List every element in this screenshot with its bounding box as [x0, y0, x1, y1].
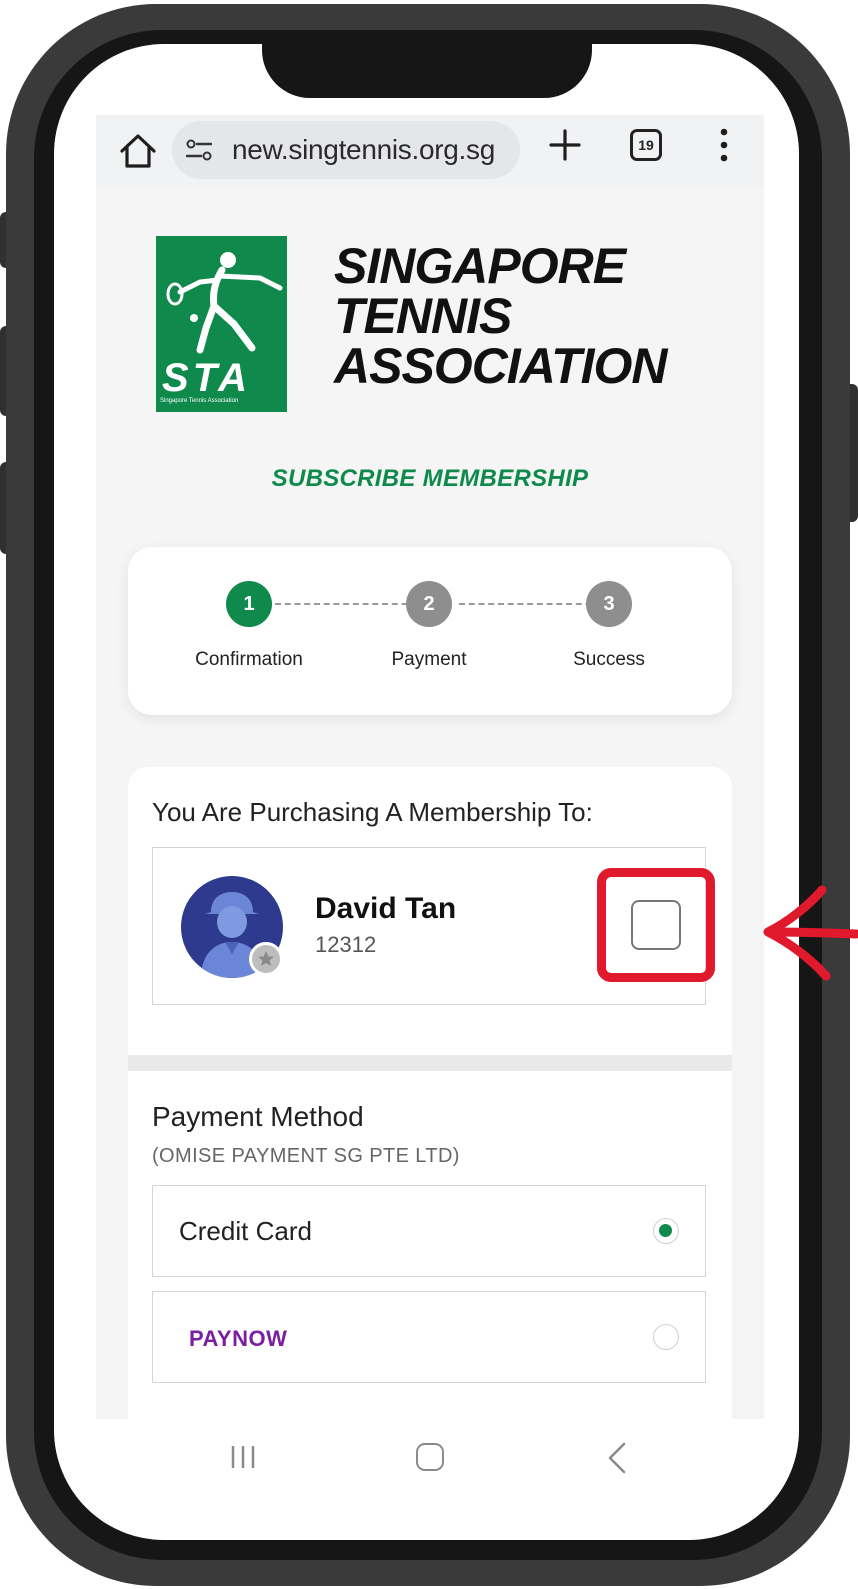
payment-provider: (OMISE PAYMENT SG PTE LTD) — [152, 1145, 460, 1167]
payment-option-credit-card[interactable]: Credit Card — [152, 1185, 706, 1277]
step-3-label: Success — [573, 649, 645, 670]
payment-method-card: Payment Method (OMISE PAYMENT SG PTE LTD… — [128, 1071, 732, 1419]
sta-logo: STA Singapore Tennis Association — [156, 236, 287, 412]
paynow-logo: PAYNOW — [189, 1326, 288, 1351]
system-navigation-bar — [96, 1419, 764, 1499]
step-2-circle: 2 — [406, 581, 452, 627]
step-3-circle: 3 — [586, 581, 632, 627]
paynow-radio[interactable] — [653, 1324, 679, 1350]
step-1-circle: 1 — [226, 581, 272, 627]
step-connector — [275, 603, 427, 605]
tabs-counter-icon[interactable]: 19 — [630, 129, 662, 161]
payment-title: Payment Method — [152, 1101, 364, 1132]
recent-apps-icon[interactable] — [230, 1443, 256, 1471]
org-name-line: ASSOCIATION — [334, 338, 668, 394]
back-icon[interactable] — [606, 1441, 628, 1475]
phone-notch — [262, 44, 592, 98]
page-title: SUBSCRIBE MEMBERSHIP — [271, 465, 589, 492]
logo-subtext: Singapore Tennis Association — [160, 398, 239, 404]
more-options-icon[interactable] — [718, 127, 730, 163]
url-text[interactable]: new.singtennis.org.sg — [232, 134, 495, 166]
browser-toolbar: new.singtennis.org.sg 19 — [96, 115, 764, 189]
pointer-arrow-icon — [763, 885, 858, 981]
stage: new.singtennis.org.sg 19 STA Singapore T… — [0, 0, 858, 1589]
org-name-line: TENNIS — [334, 288, 512, 344]
step-1-label: Confirmation — [195, 649, 303, 670]
member-name: David Tan — [315, 892, 457, 925]
address-bar[interactable]: new.singtennis.org.sg — [172, 121, 520, 179]
new-tab-plus-icon[interactable] — [548, 128, 582, 162]
payment-option-paynow[interactable]: PAYNOW — [152, 1291, 706, 1383]
payment-option-label: Credit Card — [179, 1216, 312, 1246]
purchase-title: You Are Purchasing A Membership To: — [152, 797, 593, 827]
step-2-label: Payment — [391, 649, 467, 670]
home-icon[interactable] — [116, 129, 160, 173]
member-id: 12312 — [315, 932, 377, 957]
site-settings-icon[interactable] — [186, 139, 212, 161]
progress-stepper: 1 2 3 Confirmation Payment Success — [128, 547, 732, 715]
logo-text: STA — [162, 356, 252, 400]
org-name-line: SINGAPORE — [334, 238, 626, 294]
organization-name: SINGAPORE TENNIS ASSOCIATION — [334, 238, 668, 394]
highlight-box — [597, 868, 715, 982]
star-badge-icon — [249, 942, 283, 976]
home-nav-icon[interactable] — [416, 1443, 444, 1471]
credit-card-radio[interactable] — [653, 1218, 679, 1244]
web-page: STA Singapore Tennis Association SINGAPO… — [96, 189, 764, 1419]
